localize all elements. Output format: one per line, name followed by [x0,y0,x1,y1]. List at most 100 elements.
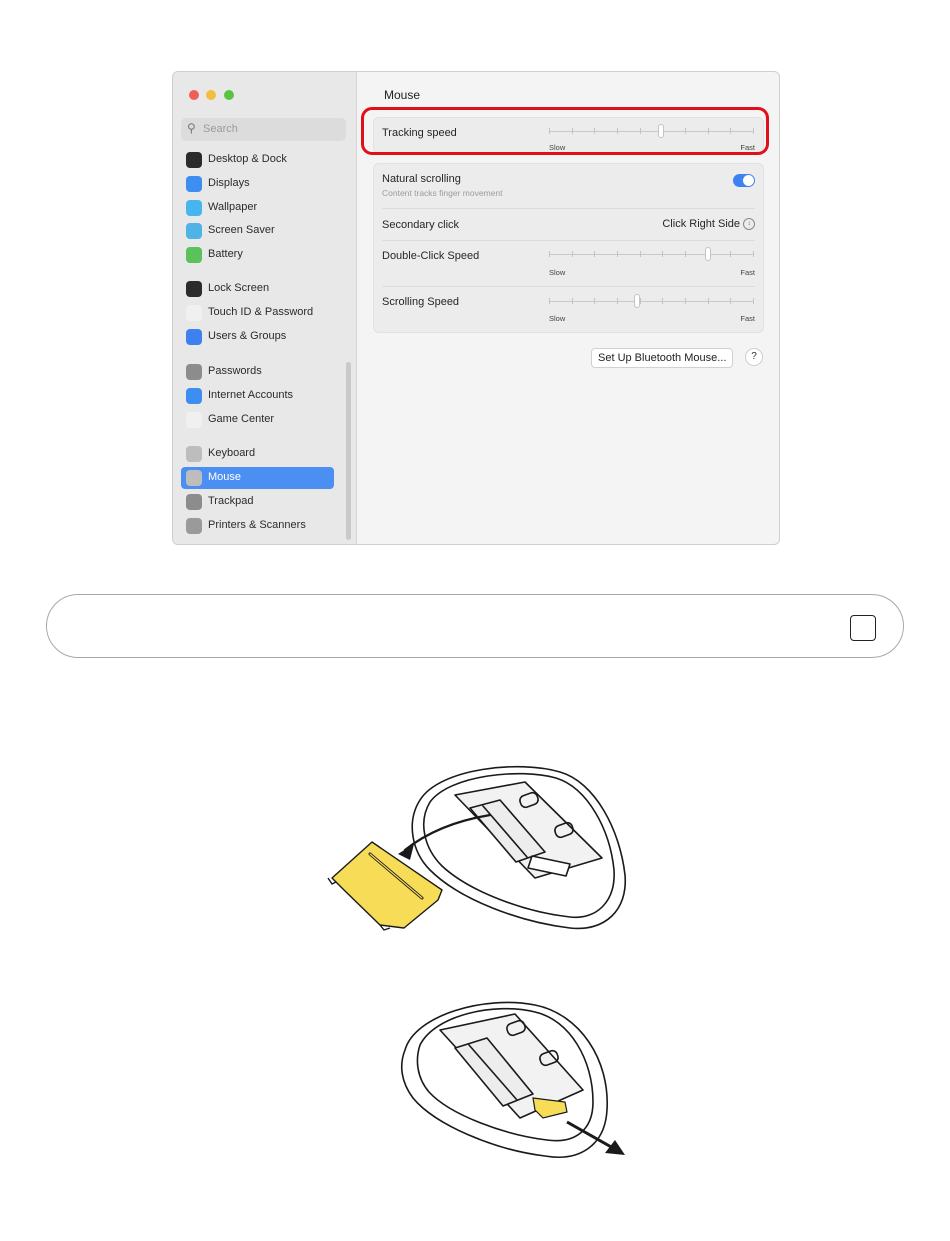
slider-track [549,301,754,302]
sidebar-item-wallpaper[interactable]: Wallpaper [181,197,334,219]
sidebar: ⚲ Search Desktop & Dock Displays Wallpaper… [173,72,357,544]
double-click-speed-slider[interactable] [549,247,754,261]
users-icon [186,329,202,345]
slider-tick [662,251,664,257]
sidebar-item-label: Displays [208,177,250,189]
lock-icon [186,281,202,297]
help-button[interactable]: ? [745,348,763,366]
sidebar-item-passwords[interactable]: Passwords [181,361,334,383]
slider-tick [662,298,664,304]
checkbox[interactable] [850,615,876,641]
printer-icon [186,518,202,534]
sidebar-item-users-groups[interactable]: Users & Groups [181,326,334,348]
dock-icon [186,152,202,168]
tracking-speed-highlight [361,107,769,155]
sidebar-item-label: Touch ID & Password [208,306,314,318]
mouse-options-card: Natural scrolling Content tracks finger … [373,163,764,333]
up-down-chevron-icon: ↕ [743,218,755,231]
wallpaper-icon [186,200,202,216]
sidebar-item-game-center[interactable]: Game Center [181,409,334,431]
sidebar-item-label: Wallpaper [208,201,258,213]
slider-tick [594,298,596,304]
sidebar-item-label: Desktop & Dock [208,153,287,165]
set-up-bluetooth-mouse-button[interactable]: Set Up Bluetooth Mouse... [591,348,734,368]
natural-scrolling-label: Natural scrolling [382,173,461,185]
slider-tick [730,298,732,304]
natural-scrolling-sublabel: Content tracks finger movement [382,188,503,198]
screen-saver-icon [186,223,202,239]
slider-tick [685,251,686,257]
sidebar-item-screen-saver[interactable]: Screen Saver [181,220,334,242]
mouse-icon [186,470,202,486]
battery-icon [186,247,202,263]
minimize-window-button[interactable] [206,90,216,100]
search-field[interactable]: ⚲ Search [181,118,346,141]
slider-tick [730,251,732,257]
secondary-click-select[interactable]: Click Right Side ↕ [662,218,755,231]
game-center-icon [186,412,202,428]
slider-tick [571,298,573,304]
remove-battery-cover-illustration [327,765,626,931]
secondary-click-value: Click Right Side [662,218,740,230]
slider-tick [549,251,550,257]
trackpad-icon [186,494,202,510]
sidebar-item-trackpad[interactable]: Trackpad [181,491,334,513]
scrolling-speed-label: Scrolling Speed [382,296,460,308]
sidebar-item-label: Internet Accounts [208,389,293,401]
slider-knob[interactable] [705,247,712,261]
pull-battery-tab-illustration [400,1001,625,1158]
close-window-button[interactable] [189,90,199,100]
toggle-knob [743,175,754,186]
slider-tick [685,298,686,304]
key-icon [186,364,202,380]
slider-tick [594,251,596,257]
slider-tick [753,298,754,304]
divider [382,208,755,209]
page-title: Mouse [384,88,421,102]
yellow-pull-tab [532,1097,568,1119]
sidebar-item-keyboard[interactable]: Keyboard [181,443,334,465]
scrolling-speed-max-label: Fast [740,314,755,323]
keyboard-icon [186,446,202,462]
divider [382,286,755,287]
sidebar-item-lock-screen[interactable]: Lock Screen [181,278,334,300]
battery-cover [327,841,443,931]
arrow-head [398,844,414,860]
sidebar-item-battery[interactable]: Battery [181,244,334,266]
slider-track [549,254,754,255]
sidebar-item-touch-id-password[interactable]: Touch ID & Password [181,302,334,324]
sidebar-item-label: Lock Screen [208,282,270,294]
slider-tick [639,298,641,304]
sidebar-item-printers-scanners[interactable]: Printers & Scanners [181,515,334,537]
slider-tick [549,298,550,304]
sidebar-item-label: Screen Saver [208,224,275,236]
straight-arrow [566,1120,614,1150]
natural-scrolling-toggle[interactable] [733,174,755,187]
sidebar-item-desktop-dock[interactable]: Desktop & Dock [181,149,334,171]
at-icon [186,388,202,404]
zoom-window-button[interactable] [224,90,234,100]
scrolling-speed-min-label: Slow [549,314,566,323]
slider-tick [617,298,618,304]
fingerprint-icon [186,305,202,321]
search-placeholder: Search [203,123,238,135]
sidebar-item-label: Mouse [208,471,242,483]
sidebar-item-label: Passwords [208,365,262,377]
battery-compartment [454,781,603,879]
double-click-speed-min-label: Slow [549,268,566,277]
sidebar-item-internet-accounts[interactable]: Internet Accounts [181,385,334,407]
sidebar-item-mouse[interactable]: Mouse [181,467,334,489]
sidebar-item-label: Game Center [208,413,275,425]
slider-tick [639,251,641,257]
search-icon: ⚲ [187,121,196,135]
slider-tick [617,251,618,257]
arrow-head [605,1140,625,1155]
secondary-click-label: Secondary click [382,219,460,231]
slider-knob[interactable] [633,294,640,308]
double-click-speed-max-label: Fast [740,268,755,277]
slider-tick [753,251,754,257]
sidebar-item-displays[interactable]: Displays [181,173,334,195]
sidebar-item-label: Users & Groups [208,330,287,342]
scrolling-speed-slider[interactable] [549,294,754,308]
sidebar-scrollbar[interactable] [346,362,351,540]
